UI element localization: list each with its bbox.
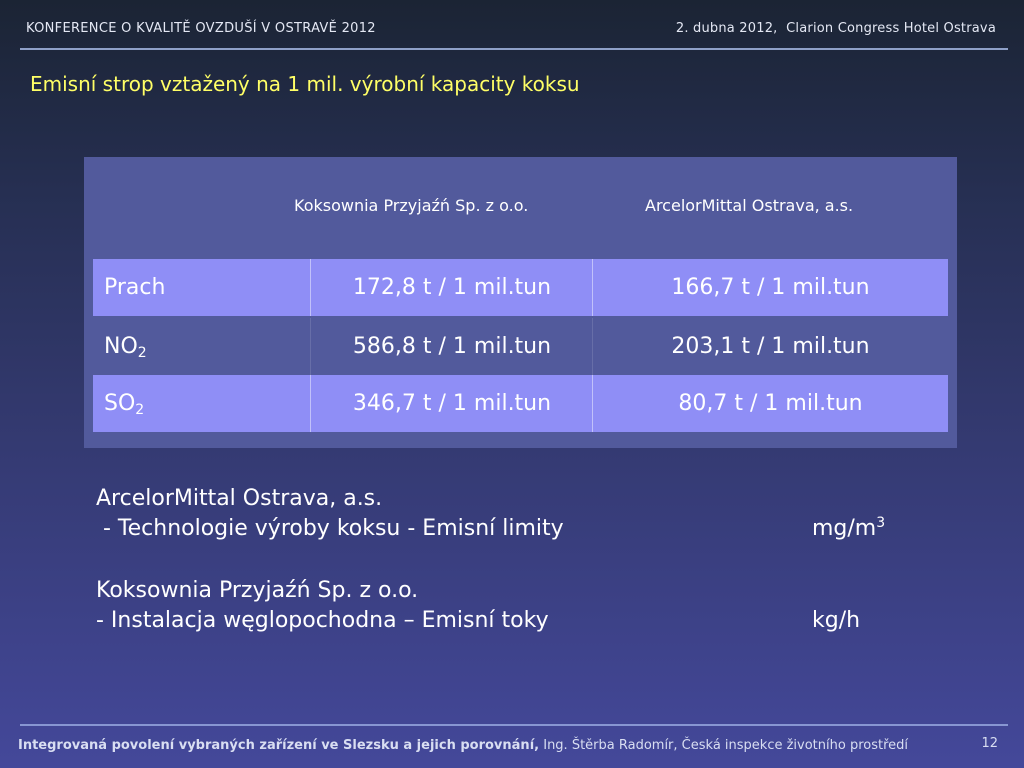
- table-row: SO2 346,7 t / 1 mil.tun 80,7 t / 1 mil.t…: [93, 375, 948, 432]
- note-company-arcelor: ArcelorMittal Ostrava, a.s.: [96, 486, 383, 511]
- pollutant-cell: SO2: [104, 375, 144, 432]
- arcelor-value: 166,7 t / 1 mil.tun: [671, 275, 870, 300]
- koksownia-value: 346,7 t / 1 mil.tun: [352, 391, 552, 416]
- slide-title: Emisní strop vztažený na 1 mil. výrobní …: [30, 72, 580, 96]
- pollutant-name: SO: [104, 391, 136, 416]
- slide-header: KONFERENCE O KVALITĚ OVZDUŠÍ V OSTRAVĚ 2…: [0, 0, 1024, 50]
- table-row: Prach 172,8 t / 1 mil.tun 166,7 t / 1 mi…: [93, 259, 948, 316]
- note-company-koksownia: Koksownia Przyjaźń Sp. z o.o.: [96, 578, 419, 603]
- pollutant-cell: Prach: [104, 259, 165, 316]
- pollutant-cell: NO2: [104, 318, 147, 375]
- pollutant-subscript: 2: [135, 402, 145, 418]
- header-divider: [20, 48, 1008, 50]
- page-number: 12: [981, 736, 998, 751]
- footer-author: Ing. Štěrba Radomír, Česká inspekce živo…: [543, 738, 909, 753]
- column-header-arcelor: ArcelorMittal Ostrava, a.s.: [645, 196, 854, 215]
- slide: { "header": { "conference": "KONFERENCE …: [0, 0, 1024, 768]
- unit-arcelor: mg/m3: [812, 516, 885, 541]
- conference-name: KONFERENCE O KVALITĚ OVZDUŠÍ V OSTRAVĚ 2…: [26, 21, 376, 36]
- note-detail-arcelor: - Technologie výroby koksu - Emisní limi…: [96, 516, 564, 541]
- footer-divider: [20, 724, 1008, 726]
- koksownia-value: 172,8 t / 1 mil.tun: [352, 275, 552, 300]
- pollutant-subscript: 2: [137, 345, 147, 361]
- footer-text: Integrovaná povolení vybraných zařízení …: [18, 738, 908, 753]
- arcelor-value: 203,1 t / 1 mil.tun: [671, 334, 870, 359]
- koksownia-value: 586,8 t / 1 mil.tun: [352, 334, 552, 359]
- table-row: NO2 586,8 t / 1 mil.tun 203,1 t / 1 mil.…: [93, 318, 948, 375]
- arcelor-value: 80,7 t / 1 mil.tun: [678, 391, 863, 416]
- date-venue: 2. dubna 2012, Clarion Congress Hotel Os…: [675, 21, 996, 36]
- pollutant-name: Prach: [104, 275, 166, 300]
- pollutant-name: NO: [104, 334, 138, 359]
- unit-koksownia: kg/h: [812, 608, 860, 633]
- column-header-koksownia: Koksownia Przyjaźń Sp. z o.o.: [294, 196, 529, 215]
- unit-text: mg/m: [812, 516, 877, 541]
- unit-text: kg/h: [812, 608, 861, 633]
- footer-subject: Integrovaná povolení vybraných zařízení …: [18, 738, 540, 753]
- unit-superscript: 3: [876, 515, 886, 531]
- note-detail-koksownia: - Instalacja węglopochodna – Emisní toky: [96, 608, 549, 633]
